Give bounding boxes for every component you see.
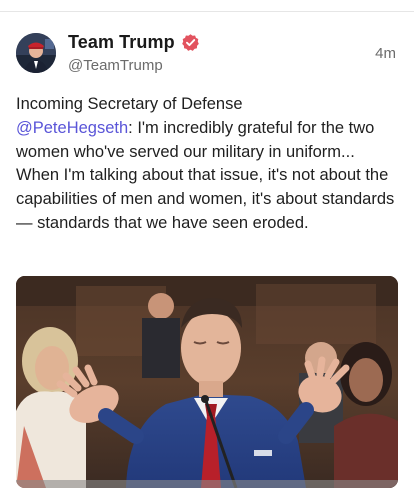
hearing-photo — [16, 276, 398, 488]
post-text-intro: Incoming Secretary of Defense — [16, 95, 243, 113]
post-media-image[interactable] — [16, 276, 398, 488]
author-name-row[interactable]: Team Trump — [68, 31, 200, 53]
verified-badge-icon — [181, 33, 200, 52]
post-card[interactable]: Team Trump @TeamTrump 4m Incoming Secret… — [0, 0, 414, 500]
author-handle[interactable]: @TeamTrump — [68, 57, 163, 74]
author-avatar[interactable] — [16, 33, 56, 73]
post-text: Incoming Secretary of Defense @PeteHegse… — [16, 93, 400, 236]
author-name[interactable]: Team Trump — [68, 32, 175, 53]
mention-link[interactable]: @PeteHegseth — [16, 119, 128, 137]
post-timestamp[interactable]: 4m — [375, 45, 396, 62]
